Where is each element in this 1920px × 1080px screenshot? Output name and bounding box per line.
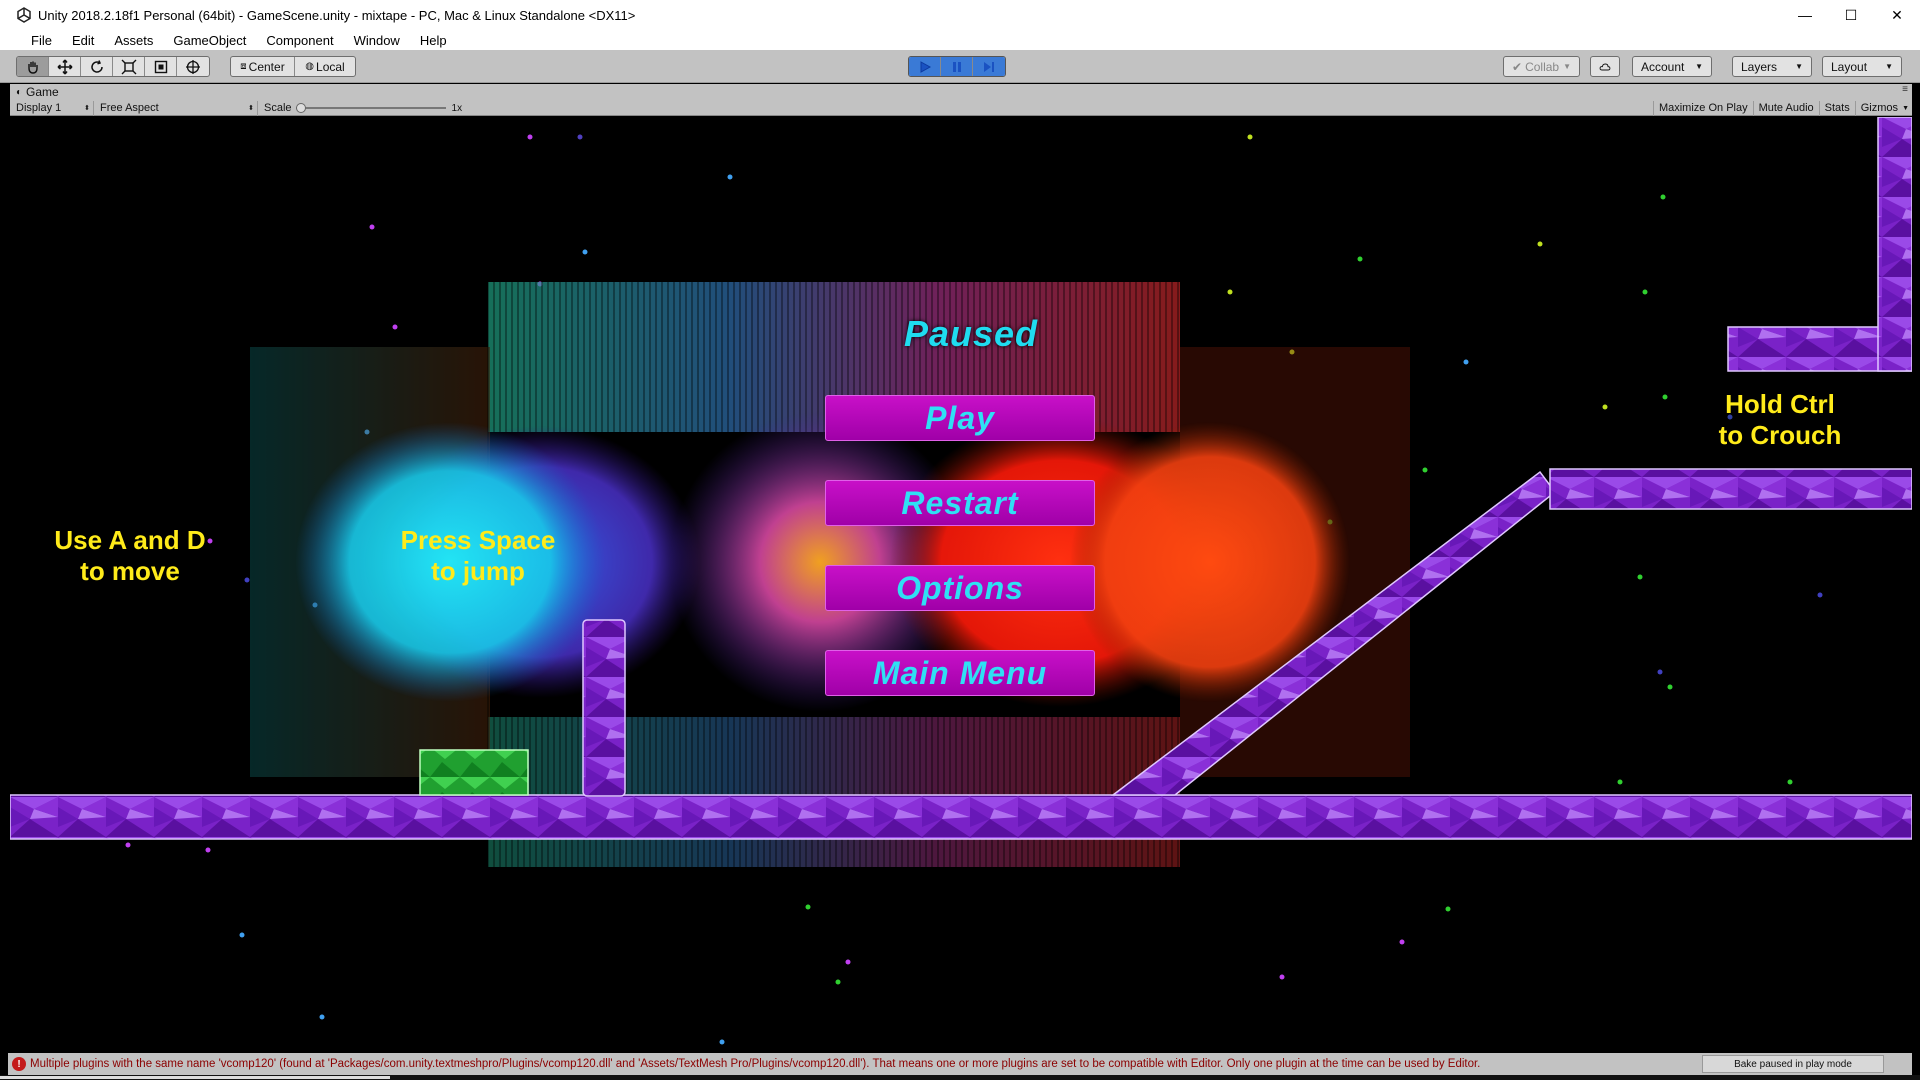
game-viewport[interactable]: Use A and D to move Press Space to jump … [10,117,1912,1053]
local-icon: ◍ [305,61,315,72]
pause-button[interactable] [941,57,973,76]
console-message[interactable]: Multiple plugins with the same name 'vco… [30,1058,1702,1070]
move-hint-line2: to move [80,556,180,586]
game-view-icon: ◐ [16,86,23,98]
scale-control: Scale 1x [258,102,462,114]
step-icon [984,61,994,72]
taskbar-strip [0,1075,1920,1080]
game-tab-label: Game [26,85,59,99]
console-status-bar[interactable]: ! Multiple plugins with the same name 'v… [8,1053,1912,1075]
move-hint: Use A and D to move [10,525,280,587]
close-button[interactable]: ✕ [1874,0,1920,30]
menu-file[interactable]: File [14,33,59,48]
transform-tools [16,56,210,77]
updown-arrow-icon: ⬍ [248,105,254,112]
tab-menu-icon[interactable]: ≡ [1902,84,1908,95]
chevron-down-icon: ▼ [1902,104,1909,112]
scale-slider[interactable] [295,103,446,113]
paused-title: Paused [903,313,1039,354]
collab-dropdown[interactable]: ✔ Collab ▼ [1503,56,1580,77]
pause-menu-main-menu-button[interactable]: Main Menu [825,650,1095,696]
tab-game[interactable]: ◐ Game [16,84,59,100]
pivot-label: Center [248,59,285,74]
menu-edit[interactable]: Edit [55,33,101,48]
play-icon [920,60,931,73]
display-label: Display 1 [16,102,62,114]
gizmos-label: Gizmos [1860,102,1898,114]
chevron-down-icon: ▼ [1885,62,1893,71]
scale-label: Scale [264,102,292,114]
check-icon: ✔ [1512,59,1523,74]
play-controls [908,56,1006,77]
rotate-tool-icon[interactable] [81,57,113,76]
layers-dropdown[interactable]: Layers ▼ [1732,56,1812,77]
menu-assets[interactable]: Assets [97,33,160,48]
pause-menu-play-button[interactable]: Play [825,395,1095,441]
maximize-button[interactable]: ☐ [1828,0,1874,30]
layers-label: Layers [1741,59,1778,74]
jump-hint: Press Space to jump [328,525,628,587]
menu-bar: File Edit Assets GameObject Component Wi… [0,30,1920,50]
taskbar-highlight [0,1076,390,1079]
step-button[interactable] [973,57,1005,76]
menu-window[interactable]: Window [337,33,407,48]
minimize-button[interactable]: — [1782,0,1828,30]
aspect-label: Free Aspect [100,102,159,114]
crouch-hint: Hold Ctrl to Crouch [1670,389,1890,451]
jump-hint-line1: Press Space [400,525,556,555]
crouch-hint-line1: Hold Ctrl [1725,389,1835,419]
scale-tool-icon[interactable] [113,57,145,76]
chevron-down-icon: ▼ [1695,62,1703,71]
aspect-select[interactable]: Free Aspect ⬍ [94,100,258,116]
pause-menu-restart-button[interactable]: Restart [825,480,1095,526]
space-label: Local [316,59,345,74]
display-select[interactable]: Display 1 ⬍ [10,100,94,116]
updown-arrow-icon: ⬍ [84,105,90,112]
hand-tool-icon[interactable] [17,57,49,76]
chevron-down-icon: ▼ [1563,62,1571,71]
game-view-header: ◐ Game ≡ Display 1 ⬍ Free Aspect ⬍ Scale… [10,84,1912,116]
crouch-hint-line2: to Crouch [1718,420,1842,450]
gizmos-dropdown[interactable]: Gizmos ▼ [1854,100,1912,116]
cloud-button[interactable] [1590,56,1620,77]
game-view-toggles: Maximize On Play Mute Audio Stats Gizmos… [1652,100,1912,116]
pivot-icon: ⧈ [240,61,247,72]
jump-hint-line2: to jump [431,556,525,586]
cloud-icon [1599,63,1611,70]
menu-component[interactable]: Component [249,33,340,48]
move-hint-line1: Use A and D [54,525,206,555]
maximize-on-play-toggle[interactable]: Maximize On Play [1652,100,1753,116]
rect-tool-icon[interactable] [145,57,177,76]
pivot-controls: ⧈ Center ◍ Local [230,56,356,77]
pause-menu-options-button[interactable]: Options [825,565,1095,611]
layout-label: Layout [1831,59,1868,74]
layout-dropdown[interactable]: Layout ▼ [1822,56,1902,77]
window-title: Unity 2018.2.18f1 Personal (64bit) - Gam… [38,7,636,23]
scale-slider-thumb[interactable] [295,103,306,113]
menu-help[interactable]: Help [403,33,454,48]
unity-logo-icon [17,7,31,23]
error-icon: ! [12,1057,26,1071]
move-tool-icon[interactable] [49,57,81,76]
bake-status: Bake paused in play mode [1702,1055,1884,1073]
stats-toggle[interactable]: Stats [1818,100,1855,116]
window-titlebar: Unity 2018.2.18f1 Personal (64bit) - Gam… [0,0,1920,30]
account-label: Account [1641,59,1685,74]
pause-icon [952,61,961,72]
pivot-center-button[interactable]: ⧈ Center [231,57,295,76]
game-view-controls: Display 1 ⬍ Free Aspect ⬍ Scale 1x Maxim… [10,100,1912,116]
scale-slider-track [295,107,446,109]
transform-tool-icon[interactable] [177,57,209,76]
scale-value: 1x [451,102,463,114]
collab-label: Collab [1525,59,1560,74]
pivot-local-button[interactable]: ◍ Local [295,57,355,76]
play-button[interactable] [909,57,941,76]
chevron-down-icon: ▼ [1795,62,1803,71]
mute-audio-toggle[interactable]: Mute Audio [1752,100,1819,116]
menu-gameobject[interactable]: GameObject [156,33,253,48]
main-toolbar: ⧈ Center ◍ Local ✔ Collab ▼ Account ▼ La… [0,50,1920,83]
account-dropdown[interactable]: Account ▼ [1632,56,1712,77]
